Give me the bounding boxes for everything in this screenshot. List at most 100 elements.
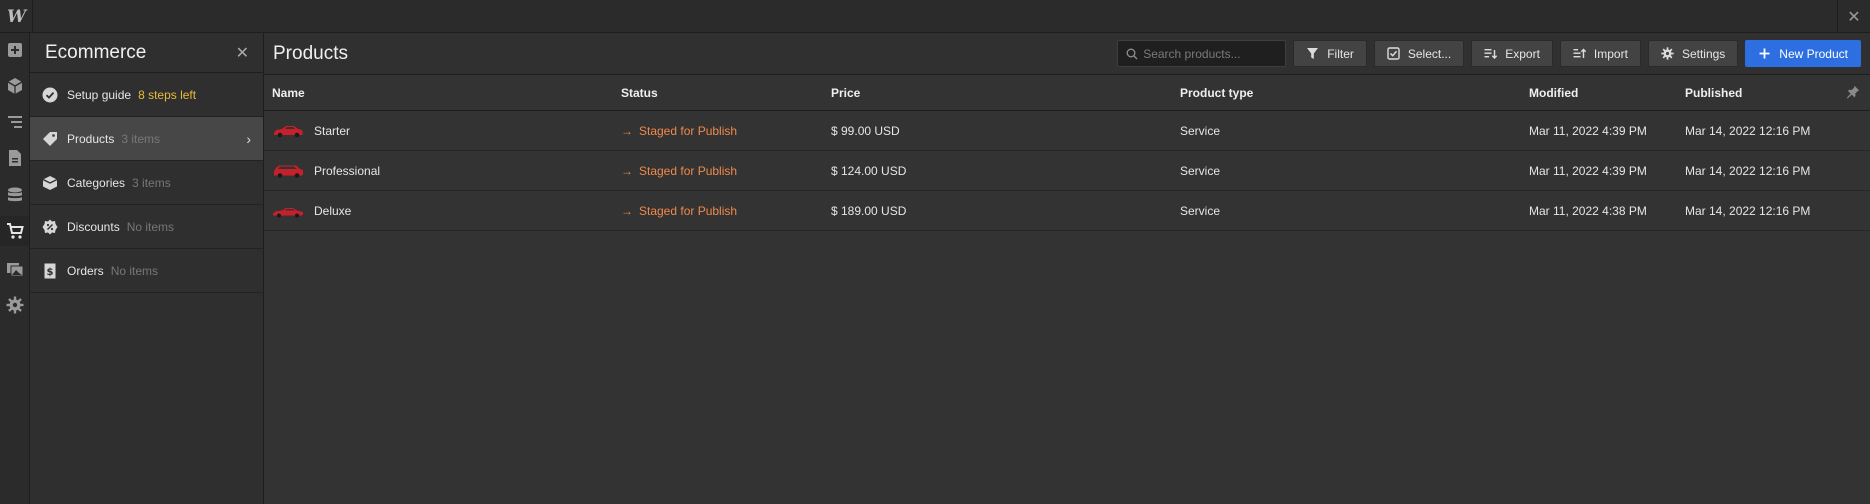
export-button-label: Export — [1505, 46, 1540, 61]
column-header-product-type[interactable]: Product type — [1180, 86, 1253, 100]
add-icon — [7, 43, 22, 57]
pages-icon — [8, 150, 21, 166]
search-box[interactable] — [1117, 40, 1287, 67]
arrow-right-icon: → — [621, 164, 633, 178]
table-row[interactable]: Professional → Staged for Publish $ 124.0… — [264, 151, 1870, 191]
settings-button[interactable]: Settings — [1647, 40, 1739, 67]
close-designer-button[interactable]: ✕ — [1837, 0, 1870, 33]
nav-item-categories[interactable]: Categories 3 items — [30, 161, 263, 205]
gear-icon — [1661, 47, 1674, 60]
table-row[interactable]: Starter → Staged for Publish $ 99.00 USD … — [264, 111, 1870, 151]
webflow-logo[interactable]: W — [0, 0, 33, 33]
status-badge: Staged for Publish — [639, 164, 738, 178]
status-badge: Staged for Publish — [639, 124, 738, 138]
column-header-status[interactable]: Status — [621, 86, 658, 100]
car-thumbnail-icon — [274, 126, 303, 138]
gear-icon — [6, 296, 23, 314]
left-icon-rail — [0, 33, 30, 504]
pin-icon[interactable] — [1846, 85, 1860, 99]
products-toolbar: Products Filter Select... Export Import — [264, 33, 1870, 75]
product-name-cell: Professional — [272, 151, 380, 191]
import-button[interactable]: Import — [1559, 40, 1641, 67]
search-input[interactable] — [1143, 46, 1284, 61]
nav-item-products[interactable]: Products 3 items › — [30, 117, 263, 161]
product-name[interactable]: Professional — [314, 164, 380, 178]
nav-item-setup-guide[interactable]: Setup guide 8 steps left — [30, 73, 263, 117]
import-icon — [1573, 48, 1586, 58]
product-name[interactable]: Deluxe — [314, 204, 351, 218]
navigator-panel-button[interactable] — [0, 107, 29, 137]
symbols-panel-button[interactable] — [0, 71, 29, 101]
export-icon — [1484, 49, 1498, 59]
new-product-button-label: New Product — [1779, 46, 1848, 61]
export-button[interactable]: Export — [1471, 40, 1553, 67]
cms-icon — [7, 187, 22, 202]
car-thumbnail-icon — [274, 165, 303, 178]
import-button-label: Import — [1593, 46, 1628, 61]
column-header-published[interactable]: Published — [1685, 86, 1742, 100]
chevron-right-icon: › — [246, 130, 251, 147]
logo-mark: W — [6, 6, 26, 27]
assets-panel-button[interactable] — [0, 254, 29, 284]
cart-icon — [6, 223, 24, 239]
column-header-name[interactable]: Name — [272, 86, 305, 100]
column-header-modified[interactable]: Modified — [1529, 86, 1578, 100]
settings-button-label: Settings — [1681, 46, 1726, 61]
nav-count: 3 items — [132, 175, 171, 190]
nav-count: No items — [110, 263, 159, 278]
ecommerce-panel: Ecommerce ✕ Setup guide 8 steps left Pro… — [30, 33, 264, 504]
product-name-cell: Deluxe — [272, 191, 351, 231]
check-circle-icon — [40, 85, 60, 105]
nav-item-discounts[interactable]: Discounts No items — [30, 205, 263, 249]
panel-header: Ecommerce ✕ — [30, 33, 263, 73]
product-type-cell: Service — [1180, 204, 1221, 218]
arrow-right-icon: → — [621, 124, 633, 138]
add-panel-button[interactable] — [0, 35, 29, 65]
ecommerce-panel-button[interactable] — [0, 216, 29, 246]
setup-steps-hint: 8 steps left — [138, 87, 197, 102]
status-cell: → Staged for Publish — [621, 191, 737, 231]
table-row[interactable]: Deluxe → Staged for Publish $ 189.00 USD … — [264, 191, 1870, 231]
product-name[interactable]: Starter — [314, 124, 350, 138]
filter-icon — [1307, 48, 1319, 59]
cms-panel-button[interactable] — [0, 180, 29, 210]
close-icon: ✕ — [1847, 8, 1861, 26]
published-cell: Mar 14, 2022 12:16 PM — [1685, 124, 1811, 138]
settings-panel-button[interactable] — [0, 290, 29, 320]
status-cell: → Staged for Publish — [621, 111, 737, 151]
panel-title: Ecommerce — [45, 41, 147, 63]
search-icon — [1126, 48, 1138, 59]
top-bar: W ✕ — [0, 0, 1870, 33]
box-icon — [7, 78, 22, 94]
modified-cell: Mar 11, 2022 4:39 PM — [1529, 124, 1647, 138]
filter-button[interactable]: Filter — [1293, 40, 1367, 67]
product-type-cell: Service — [1180, 164, 1221, 178]
table-header: Name Status Price Product type Modified … — [264, 75, 1870, 111]
nav-label: Categories — [67, 175, 126, 190]
published-cell: Mar 14, 2022 12:16 PM — [1685, 164, 1811, 178]
select-button[interactable]: Select... — [1373, 40, 1465, 67]
nav-label: Discounts — [67, 219, 120, 234]
product-name-cell: Starter — [272, 111, 350, 151]
page-title: Products — [273, 42, 348, 64]
toolbar-actions: Filter Select... Export Import Settings … — [1117, 40, 1861, 67]
checkbox-icon — [1387, 47, 1400, 60]
category-box-icon — [40, 173, 60, 193]
status-cell: → Staged for Publish — [621, 151, 737, 191]
receipt-icon: $ — [40, 261, 60, 281]
nav-item-orders[interactable]: $ Orders No items — [30, 249, 263, 293]
price-cell: $ 124.00 USD — [831, 164, 907, 178]
pages-panel-button[interactable] — [0, 143, 29, 173]
status-badge: Staged for Publish — [639, 204, 738, 218]
column-header-price[interactable]: Price — [831, 86, 860, 100]
discount-badge-icon — [40, 217, 60, 237]
product-type-cell: Service — [1180, 124, 1221, 138]
close-panel-button[interactable]: ✕ — [236, 43, 249, 63]
navigator-icon — [7, 116, 22, 128]
new-product-button[interactable]: New Product — [1745, 40, 1861, 67]
modified-cell: Mar 11, 2022 4:38 PM — [1529, 204, 1647, 218]
nav-count: No items — [126, 219, 175, 234]
svg-text:$: $ — [47, 267, 54, 278]
select-button-label: Select... — [1407, 46, 1452, 61]
price-cell: $ 189.00 USD — [831, 204, 907, 218]
